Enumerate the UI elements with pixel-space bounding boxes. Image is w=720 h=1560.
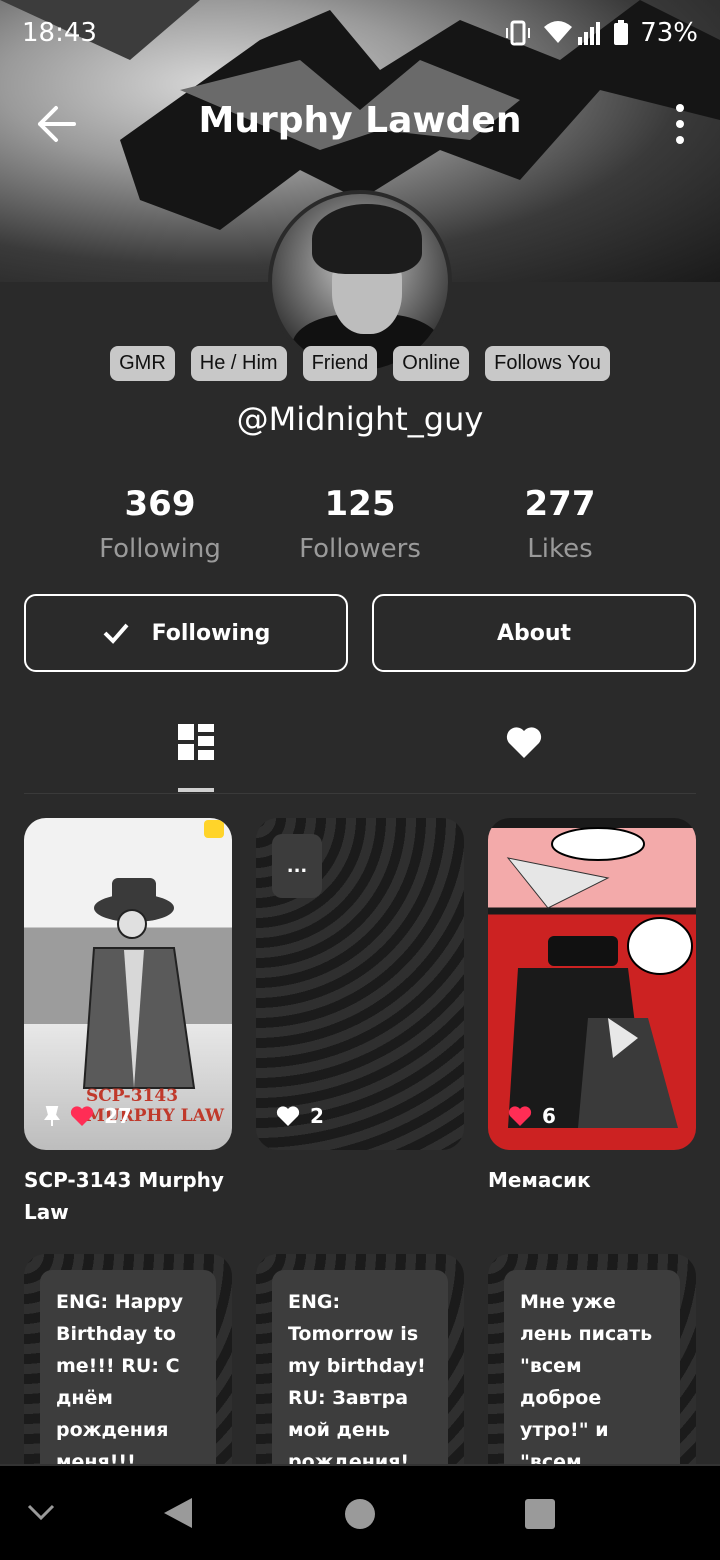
- stat-likes: 277 Likes: [460, 484, 660, 564]
- profile-stats: 369 Following 125 Followers 277 Likes: [60, 484, 660, 564]
- post-likes: 2: [276, 1104, 324, 1128]
- following-button[interactable]: Following: [24, 594, 348, 672]
- tag-follows-you: Follows You: [485, 346, 610, 381]
- heart-filled-icon: [70, 1106, 94, 1126]
- following-button-label: Following: [151, 620, 271, 646]
- post-image-figure: [82, 878, 196, 1089]
- system-nav-bar: [0, 1464, 720, 1560]
- post-card[interactable]: 6: [488, 818, 696, 1150]
- tag-pronouns: He / Him: [190, 346, 287, 381]
- about-button-label: About: [496, 620, 572, 646]
- heart-filled-icon: [508, 1106, 532, 1126]
- more-vertical-icon[interactable]: [674, 104, 686, 144]
- stat-value: 369: [124, 484, 196, 524]
- back-triangle-icon[interactable]: [162, 1496, 194, 1530]
- stat-label: Followers: [299, 534, 421, 564]
- home-circle-icon[interactable]: [344, 1498, 376, 1530]
- vibrate-icon: [506, 20, 531, 46]
- recents-square-icon[interactable]: [524, 1498, 556, 1530]
- active-tab-indicator: [178, 788, 214, 792]
- more-label: ...: [272, 834, 322, 898]
- post-likes: 6: [508, 1104, 556, 1128]
- profile-tags: GMR He / Him Friend Online Follows You: [0, 346, 720, 381]
- post-likes-count: 6: [542, 1104, 556, 1128]
- checkmark-icon: [103, 623, 129, 644]
- status-icons: 73%: [504, 18, 698, 48]
- lock-icon: [204, 820, 224, 838]
- text-post-content: Мне уже лень писать "всем доброе утро!" …: [504, 1270, 680, 1464]
- chevron-down-icon[interactable]: [26, 1502, 56, 1522]
- battery-percent: 73%: [640, 18, 698, 48]
- heart-filled-icon: [276, 1106, 300, 1126]
- post-card[interactable]: SCP-3143 MURPHY LAW 27: [24, 818, 232, 1150]
- stat-label: Likes: [527, 534, 593, 564]
- tag-online: Online: [393, 346, 470, 381]
- stat-followers[interactable]: 125 Followers: [260, 484, 460, 564]
- profile-topbar: Murphy Lawden: [0, 90, 720, 160]
- status-time: 18:43: [22, 18, 97, 48]
- tag-gmr: GMR: [110, 346, 175, 381]
- post-title[interactable]: SCP-3143 Murphy Law: [24, 1164, 234, 1228]
- pin-icon: [44, 1106, 60, 1126]
- status-bar: 18:43 73%: [0, 0, 720, 70]
- stat-following[interactable]: 369 Following: [60, 484, 260, 564]
- text-post-card[interactable]: ENG: Happy Birthday to me!!! RU: С днём …: [24, 1254, 232, 1464]
- text-post-content: ENG: Tomorrow is my birthday! RU: Завтра…: [272, 1270, 448, 1464]
- battery-icon: [614, 20, 629, 45]
- grid-icon[interactable]: [176, 722, 216, 762]
- post-image-comic: [506, 827, 693, 1128]
- profile-actions: Following About: [24, 594, 696, 672]
- post-likes-count: 2: [310, 1104, 324, 1128]
- page-title: Murphy Lawden: [198, 100, 522, 141]
- text-post-card[interactable]: ENG: Tomorrow is my birthday! RU: Завтра…: [256, 1254, 464, 1464]
- stat-value: 125: [324, 484, 396, 524]
- post-likes-count: 27: [104, 1104, 132, 1128]
- text-post-card[interactable]: Мне уже лень писать "всем доброе утро!" …: [488, 1254, 696, 1464]
- about-button[interactable]: About: [372, 594, 696, 672]
- stat-value: 277: [524, 484, 596, 524]
- post-likes: 27: [44, 1104, 132, 1128]
- post-title[interactable]: Мемасик: [488, 1164, 698, 1196]
- signal-icon: [544, 21, 601, 45]
- username: @Midnight_guy: [236, 400, 484, 438]
- stat-label: Following: [99, 534, 221, 564]
- text-post-content: ENG: Happy Birthday to me!!! RU: С днём …: [40, 1270, 216, 1464]
- tag-friend: Friend: [302, 346, 378, 381]
- post-card[interactable]: ... 2: [256, 818, 464, 1150]
- profile-tabs: [24, 712, 696, 794]
- heart-icon[interactable]: [504, 722, 544, 762]
